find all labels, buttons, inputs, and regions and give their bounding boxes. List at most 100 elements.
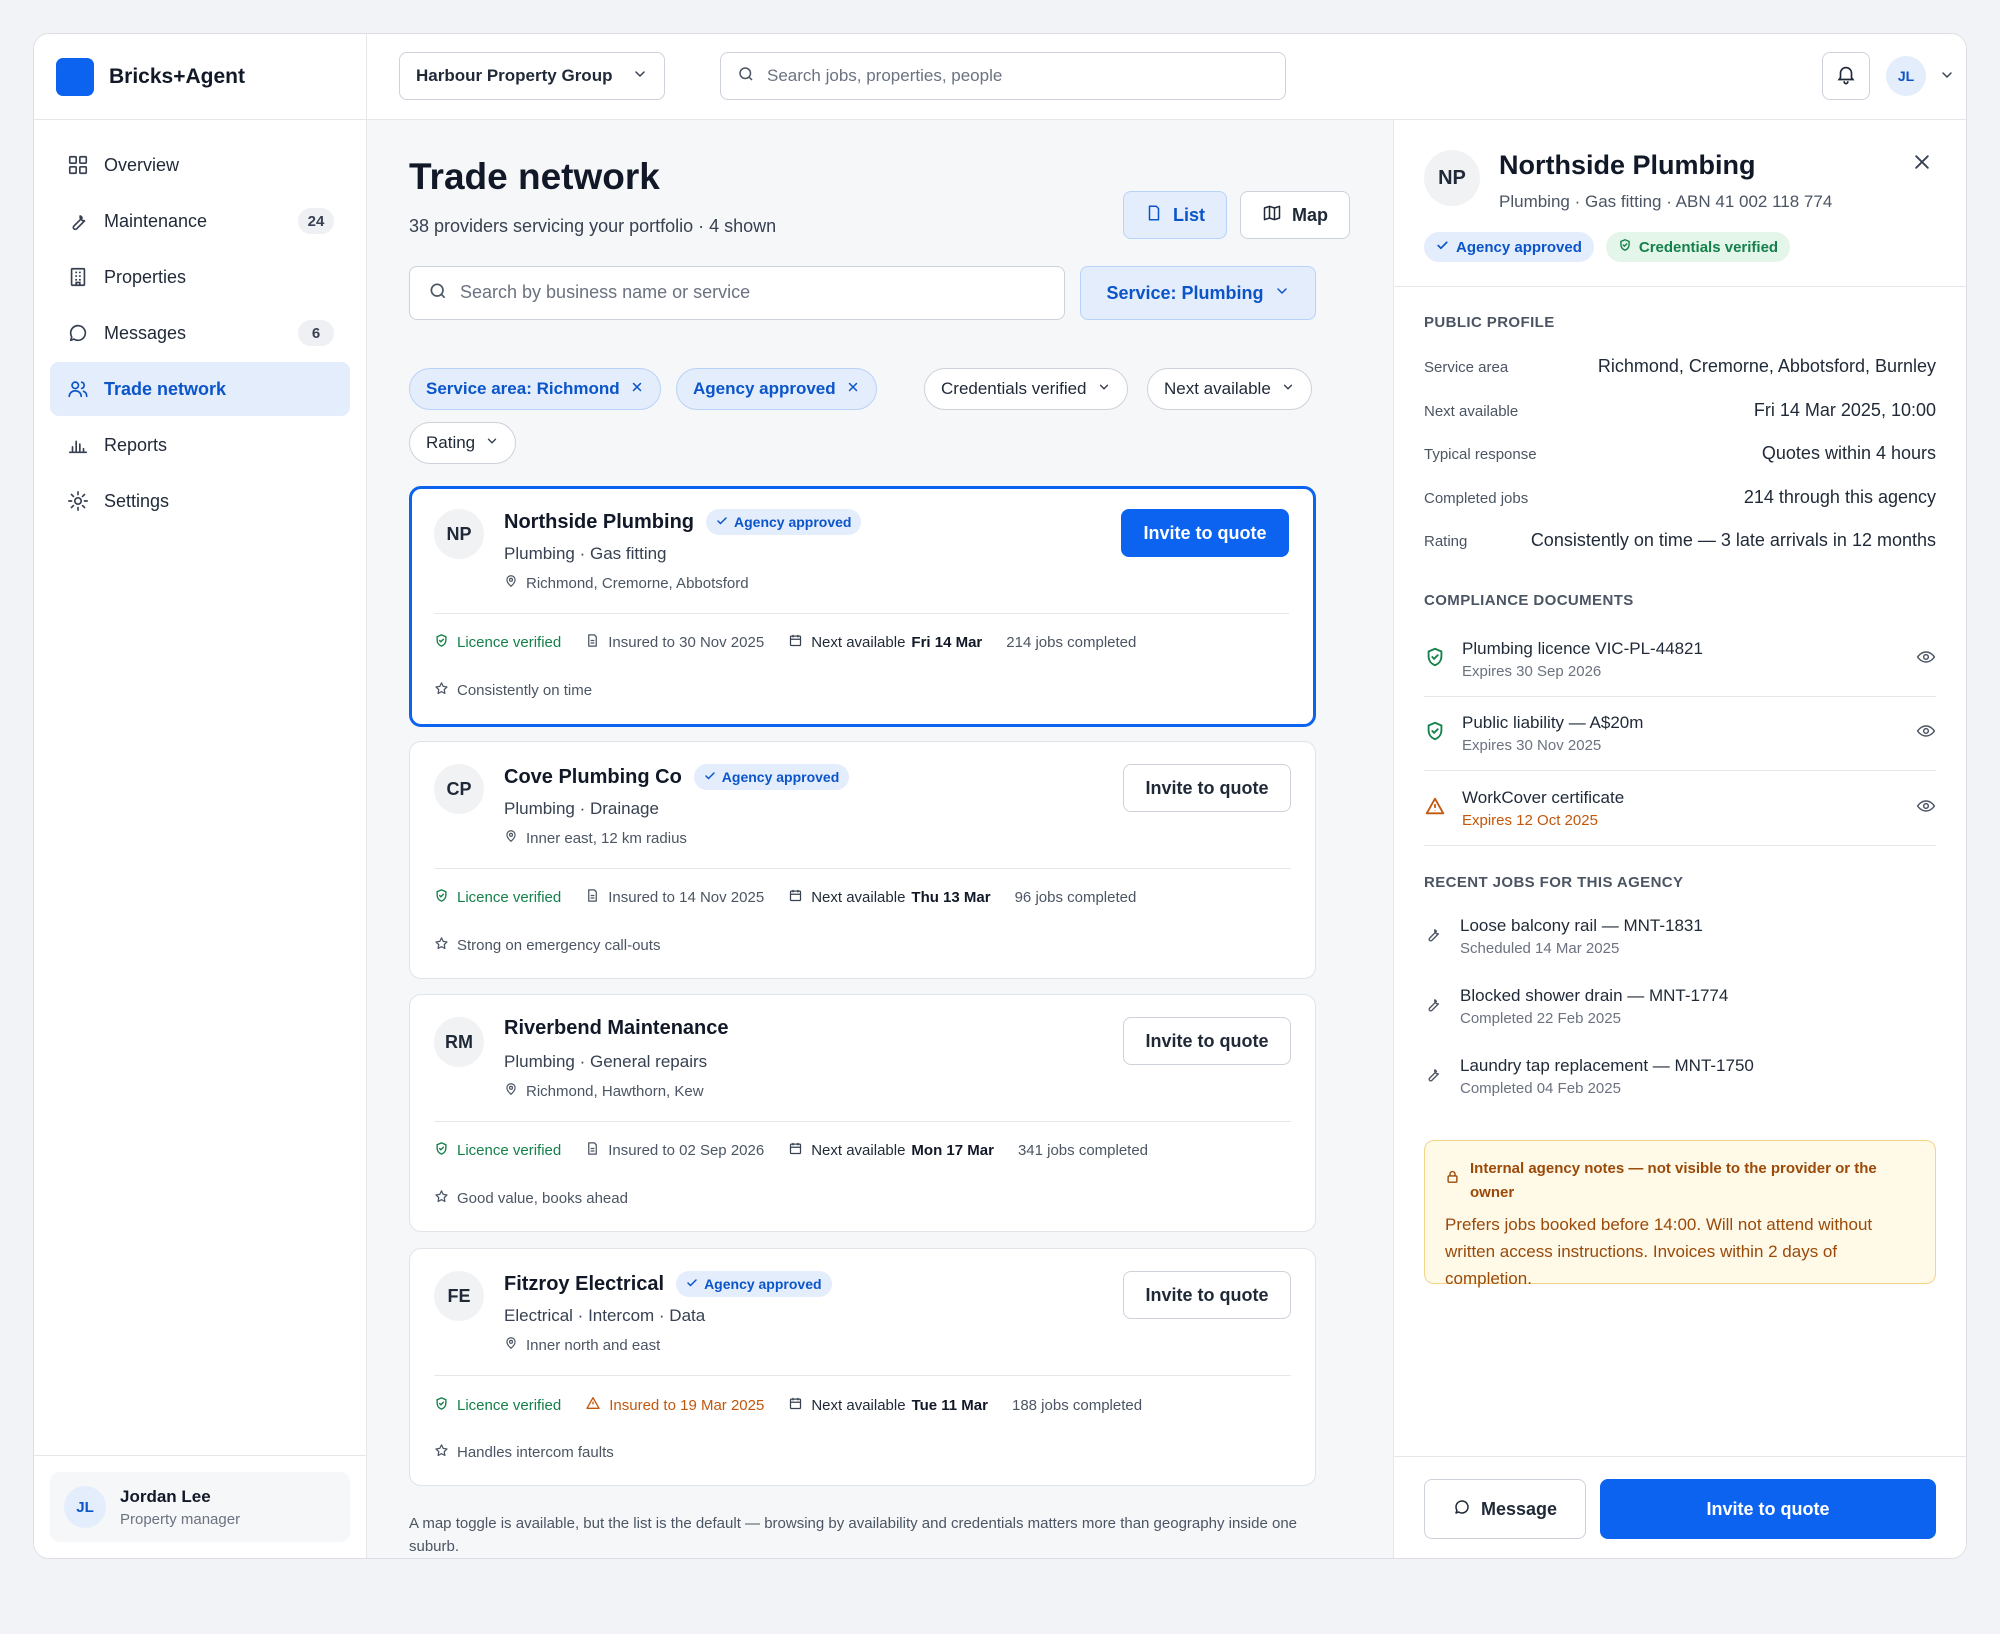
sidebar-item-maintenance[interactable]: Maintenance 24 xyxy=(50,194,350,248)
invite-to-quote-button[interactable]: Invite to quote xyxy=(1121,509,1289,557)
provider-search[interactable] xyxy=(409,266,1065,320)
profile-row: Completed jobs 214 through this agency xyxy=(1424,487,1936,508)
job-title: Laundry tap replacement — MNT-1750 xyxy=(1460,1056,1754,1075)
card-divider xyxy=(434,868,1291,869)
licence-verified: Licence verified xyxy=(434,1141,561,1160)
next-available-date: Fri 14 Mar xyxy=(911,634,983,651)
brand[interactable]: Bricks+Agent xyxy=(34,34,366,120)
invite-to-quote-button[interactable]: Invite to quote xyxy=(1600,1479,1936,1539)
message-button[interactable]: Message xyxy=(1424,1479,1586,1539)
recent-job[interactable]: Blocked shower drain — MNT-1774 Completed… xyxy=(1424,986,1936,1027)
sidebar-item-properties[interactable]: Properties xyxy=(50,250,350,304)
global-search[interactable] xyxy=(720,52,1286,100)
view-map-button[interactable]: Map xyxy=(1240,191,1350,239)
view-list-button[interactable]: List xyxy=(1123,191,1227,239)
sidebar-divider xyxy=(34,1455,366,1456)
star-icon xyxy=(434,1189,457,1208)
provider-search-input[interactable] xyxy=(460,283,1046,303)
user-card[interactable]: JL Jordan Lee Property manager xyxy=(50,1472,350,1542)
footnote: A map toggle is available, but the list … xyxy=(409,1515,1298,1555)
provider-meta: Licence verified Insured to 14 Nov 2025 … xyxy=(434,888,1160,907)
profile-value: Fri 14 Mar 2025, 10:00 xyxy=(1753,400,1936,420)
close-icon[interactable] xyxy=(836,379,860,399)
close-panel-button[interactable] xyxy=(1908,150,1936,178)
profile-key: Next available xyxy=(1424,403,1519,420)
sidebar-item-label: Messages xyxy=(104,322,187,343)
sidebar-item-reports[interactable]: Reports xyxy=(50,418,350,472)
location-pin-icon xyxy=(504,574,526,592)
compliance-document[interactable]: Plumbing licence VIC-PL-44821 Expires 30 … xyxy=(1424,623,1936,697)
eye-icon[interactable] xyxy=(1916,796,1936,821)
jobs-completed: 341 jobs completed xyxy=(1017,1142,1149,1159)
provider-meta: Licence verified Insured to 30 Nov 2025 … xyxy=(434,633,1160,652)
chip-next-available[interactable]: Next available xyxy=(1147,368,1312,410)
close-icon[interactable] xyxy=(620,379,644,399)
chip-credentials-verified[interactable]: Credentials verified xyxy=(924,368,1128,410)
location-pin-icon xyxy=(504,1082,526,1100)
chip-service-area[interactable]: Service area: Richmond xyxy=(409,368,661,410)
invite-to-quote-button[interactable]: Invite to quote xyxy=(1123,1271,1291,1319)
compliance-document[interactable]: Public liability — A$20m Expires 30 Nov 2… xyxy=(1424,697,1936,771)
org-selector[interactable]: Harbour Property Group xyxy=(399,52,665,100)
location-pin-icon xyxy=(504,829,526,847)
search-icon xyxy=(428,281,448,306)
provider-detail-name: Northside Plumbing xyxy=(1499,150,1756,180)
document-title: Public liability — A$20m xyxy=(1462,713,1644,732)
provider-area-label: Inner east, 12 km radius xyxy=(526,829,687,847)
message-label: Message xyxy=(1480,1498,1558,1519)
provider-name[interactable]: Riverbend Maintenance xyxy=(504,1017,729,1040)
provider-card[interactable]: FE Fitzroy Electrical Agency approved El… xyxy=(409,1248,1316,1486)
sidebar-item-trade-network[interactable]: Trade network xyxy=(50,362,350,416)
provider-meta: Licence verified Insured to 02 Sep 2026 … xyxy=(434,1141,1172,1160)
service-filter-dropdown[interactable]: Service: Plumbing xyxy=(1080,266,1316,320)
verified-label: Credentials verified xyxy=(1638,238,1779,256)
compliance-document[interactable]: WorkCover certificate Expires 12 Oct 2025 xyxy=(1424,771,1936,845)
approved-label: Agency approved xyxy=(721,769,840,785)
panel-footer: Message Invite to quote xyxy=(1394,1456,1966,1558)
invite-to-quote-button[interactable]: Invite to quote xyxy=(1123,1017,1291,1065)
sidebar-item-overview[interactable]: Overview xyxy=(50,138,350,192)
chevron-down-icon xyxy=(1264,283,1290,304)
insurance-status: Insured to 02 Sep 2026 xyxy=(585,1141,764,1160)
shield-check-icon xyxy=(1424,720,1462,747)
sidebar-item-messages[interactable]: Messages 6 xyxy=(50,306,350,360)
user-name: Jordan Lee xyxy=(120,1486,211,1506)
sidebar-item-settings[interactable]: Settings xyxy=(50,474,350,528)
recent-job[interactable]: Laundry tap replacement — MNT-1750 Comple… xyxy=(1424,1056,1936,1097)
chevron-down-icon[interactable] xyxy=(1939,67,1955,88)
provider-note-label: Handles intercom faults xyxy=(457,1444,614,1461)
avatar: JL xyxy=(64,1486,106,1528)
chevron-down-icon xyxy=(475,433,499,453)
chip-rating[interactable]: Rating xyxy=(409,422,517,464)
divider xyxy=(1424,845,1936,846)
provider-name[interactable]: Cove Plumbing Co xyxy=(504,766,682,789)
document-expiry: Expires 30 Sep 2026 xyxy=(1462,663,1602,680)
document-expiry: Expires 30 Nov 2025 xyxy=(1462,737,1602,754)
chip-label: Service area: Richmond xyxy=(426,379,620,398)
provider-detail-panel: NP Northside Plumbing Plumbing · Gas fit… xyxy=(1393,120,1966,1558)
next-available: Next available Thu 13 Mar xyxy=(788,888,991,907)
chip-agency-approved[interactable]: Agency approved xyxy=(676,368,877,410)
notifications-button[interactable] xyxy=(1822,52,1870,100)
calendar-icon xyxy=(788,1141,811,1160)
invite-to-quote-button[interactable]: Invite to quote xyxy=(1123,764,1291,812)
global-search-input[interactable] xyxy=(767,66,1269,86)
provider-card[interactable]: CP Cove Plumbing Co Agency approved Plum… xyxy=(409,741,1316,979)
licence-verified: Licence verified xyxy=(434,633,561,652)
list-icon xyxy=(1145,204,1173,227)
internal-notes: Internal agency notes — not visible to t… xyxy=(1424,1140,1936,1288)
account-avatar[interactable]: JL xyxy=(1886,56,1926,96)
provider-name[interactable]: Northside Plumbing xyxy=(504,511,694,534)
check-icon xyxy=(1436,239,1456,256)
provider-card[interactable]: NP Northside Plumbing Agency approved Pl… xyxy=(409,486,1316,727)
recent-job[interactable]: Loose balcony rail — MNT-1831 Scheduled 1… xyxy=(1424,916,1936,957)
provider-card[interactable]: RM Riverbend Maintenance Plumbing · Gene… xyxy=(409,994,1316,1232)
eye-icon[interactable] xyxy=(1916,721,1936,746)
topbar: Harbour Property Group JL xyxy=(367,34,1966,120)
wrench-icon xyxy=(66,209,90,233)
eye-icon[interactable] xyxy=(1916,647,1936,672)
chat-icon xyxy=(1453,1498,1481,1521)
bar-chart-icon xyxy=(66,433,90,457)
compliance-heading: COMPLIANCE DOCUMENTS xyxy=(1424,592,1634,609)
provider-name[interactable]: Fitzroy Electrical xyxy=(504,1273,664,1296)
